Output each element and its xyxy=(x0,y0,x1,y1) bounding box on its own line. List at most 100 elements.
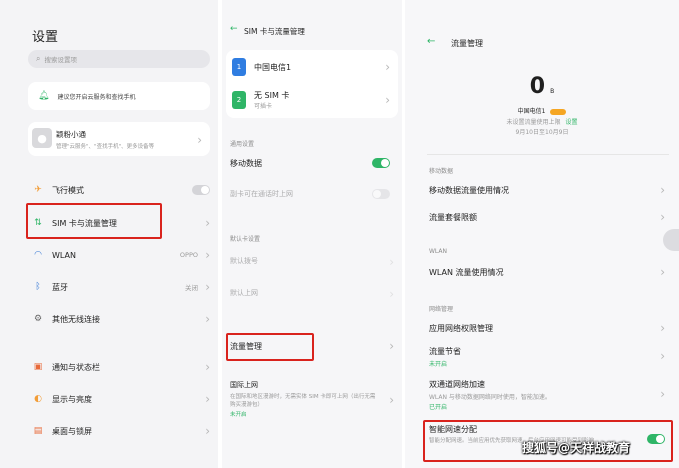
wireless-icon: ⚙ xyxy=(33,314,43,324)
chevron-right-icon: › xyxy=(660,210,665,224)
back-arrow-icon[interactable]: ← xyxy=(230,24,238,34)
settings-item-airplane[interactable]: ✈ 飞行模式 xyxy=(32,183,210,197)
saver-row[interactable]: 流量节省 未开启 › xyxy=(429,346,665,368)
item-value: 关闭 xyxy=(185,284,198,292)
wallpaper-icon: ▤ xyxy=(33,426,43,436)
divider xyxy=(427,154,669,155)
settings-item-desktop[interactable]: ▤ 桌面与锁屏 › xyxy=(32,424,210,438)
default-net-label: 默认上网 xyxy=(230,289,258,297)
chevron-right-icon: › xyxy=(205,424,210,438)
section-default: 默认卡设置 xyxy=(230,236,261,243)
airplane-toggle[interactable] xyxy=(192,185,210,195)
chevron-right-icon: › xyxy=(389,255,394,269)
mobile-data-row[interactable]: 移动数据 xyxy=(230,156,394,170)
dual-status: 已开启 xyxy=(429,404,448,411)
account-desc: 管理"云服务"、"查找手机"、更多设备等 xyxy=(56,144,155,150)
settings-item-display[interactable]: ◐ 显示与亮度 › xyxy=(32,392,210,406)
sim-card-icon: 2 xyxy=(232,91,246,109)
app-perm-row[interactable]: 应用网络权限管理 › xyxy=(429,321,665,335)
usage-unit: B xyxy=(550,88,555,95)
search-icon: ⌕ xyxy=(36,54,41,63)
dual-channel-row[interactable]: 双通道网络加速 WLAN 与移动数据网络同时使用，智能加速。 已开启 › xyxy=(429,380,665,411)
sim-card-list: 1 中国电信1 › 2 无 SIM 卡 可插卡 › xyxy=(226,50,398,118)
usage-value: 0 xyxy=(529,74,546,99)
intl-status: 未开启 xyxy=(230,412,247,418)
chevron-right-icon: › xyxy=(205,248,210,262)
chevron-right-icon: › xyxy=(660,321,665,335)
carrier-badge xyxy=(550,108,567,115)
settings-item-other-wireless[interactable]: ⚙ 其他无线连接 › xyxy=(32,312,210,326)
chevron-right-icon: › xyxy=(205,280,210,294)
item-label: 其他无线连接 xyxy=(52,314,100,324)
mobile-usage-row[interactable]: 移动数据流量使用情况 › xyxy=(429,183,665,197)
sim2-name: 无 SIM 卡 xyxy=(254,91,290,100)
item-label: 显示与亮度 xyxy=(52,394,92,404)
account-card[interactable]: ● 颖粉小通 管理"云服务"、"查找手机"、更多设备等 › xyxy=(28,122,210,156)
dual-desc: WLAN 与移动数据网络同时使用，智能加速。 xyxy=(429,394,551,401)
dual-label: 双通道网络加速 xyxy=(429,380,485,389)
app-perm-label: 应用网络权限管理 xyxy=(429,323,493,333)
default-call-label: 默认拨号 xyxy=(230,257,258,265)
default-net-row[interactable]: 默认上网 › xyxy=(230,284,394,302)
sim2-row[interactable]: 2 无 SIM 卡 可插卡 › xyxy=(226,90,398,110)
chevron-right-icon: › xyxy=(389,339,394,353)
chevron-right-icon: › xyxy=(389,393,394,407)
sim2-internet-toggle[interactable] xyxy=(372,189,390,199)
chevron-right-icon: › xyxy=(660,349,665,363)
highlight-box xyxy=(226,333,314,361)
intl-desc: 在国际和地区漫游时，无需实体 SIM 卡即可上网（出行无需购买漫游包） xyxy=(230,394,376,408)
settings-item-wlan[interactable]: ◠ WLAN OPPO › xyxy=(32,248,210,262)
limit-tip: 未设置流量使用上限 xyxy=(506,119,561,126)
saver-status: 未开启 xyxy=(429,361,448,368)
chevron-right-icon: › xyxy=(205,360,210,374)
default-call-row[interactable]: 默认拨号 › xyxy=(230,252,394,270)
search-box[interactable]: ⌕ 搜索设置项 xyxy=(28,50,210,68)
sim1-name: 中国电信1 xyxy=(254,62,292,72)
settings-item-notification[interactable]: ▣ 通知与状态栏 › xyxy=(32,360,210,374)
account-name: 颖粉小通 xyxy=(56,130,86,139)
back-arrow-icon[interactable]: ← xyxy=(427,36,435,47)
airplane-icon: ✈ xyxy=(34,185,42,195)
traffic-management-panel: ← 流量管理 0 B 中国电信1 未设置流量使用上限 设置 9月10日至10月9… xyxy=(405,0,679,468)
sim-traffic-panel: ← SIM 卡与流量管理 1 中国电信1 › 2 无 SIM 卡 可插卡 › 通… xyxy=(222,0,402,468)
item-label: 蓝牙 xyxy=(52,282,68,292)
settings-panel: 设置 ⌕ 搜索设置项 🔔︎ 建议您开启云服务和查找手机 ● 颖粉小通 管理"云服… xyxy=(0,0,218,468)
avatar: ● xyxy=(32,128,52,148)
section-general: 通用设置 xyxy=(230,141,255,148)
limit-link[interactable]: 设置 xyxy=(565,119,577,126)
chevron-right-icon: › xyxy=(205,392,210,406)
carrier-line: 中国电信1 xyxy=(405,106,679,115)
item-value: OPPO xyxy=(179,251,198,259)
item-label: 桌面与锁屏 xyxy=(52,426,92,436)
chevron-right-icon: › xyxy=(660,183,665,197)
chevron-right-icon: › xyxy=(205,312,210,326)
scroll-handle[interactable] xyxy=(663,229,679,251)
page-title: 设置 xyxy=(32,30,59,45)
bell-icon: 🔔︎ xyxy=(38,91,50,101)
chevron-right-icon: › xyxy=(205,216,210,230)
watermark: 搜狐号@天祥战教育 xyxy=(522,441,631,455)
package-limit-row[interactable]: 流量套餐限额 › xyxy=(429,210,665,224)
sim1-row[interactable]: 1 中国电信1 › xyxy=(226,58,398,76)
item-label: 飞行模式 xyxy=(52,185,84,195)
chevron-right-icon: › xyxy=(385,93,390,107)
mobile-data-toggle[interactable] xyxy=(372,158,390,168)
section-net: 网络管理 xyxy=(429,306,454,313)
wifi-icon: ◠ xyxy=(34,250,42,260)
highlight-box xyxy=(26,203,162,239)
wlan-usage-row[interactable]: WLAN 流量使用情况 › xyxy=(429,265,665,279)
intl-roaming-row[interactable]: 国际上网 在国际和地区漫游时，无需实体 SIM 卡即可上网（出行无需购买漫游包）… xyxy=(230,380,394,426)
sim2-internet-row[interactable]: 副卡可在通话时上网 xyxy=(230,185,394,203)
usage-display: 0 B xyxy=(405,74,679,99)
bluetooth-icon: ᛒ xyxy=(35,282,41,292)
settings-item-bluetooth[interactable]: ᛒ 蓝牙 关闭 › xyxy=(32,280,210,294)
brightness-icon: ◐ xyxy=(34,394,42,404)
limit-line: 未设置流量使用上限 设置 xyxy=(405,117,679,126)
wlan-usage-label: WLAN 流量使用情况 xyxy=(429,267,504,277)
page-title: 流量管理 xyxy=(451,39,483,48)
notification-icon: ▣ xyxy=(33,362,43,372)
intl-label: 国际上网 xyxy=(230,381,258,389)
cloud-tip-card[interactable]: 🔔︎ 建议您开启云服务和查找手机 xyxy=(28,82,210,110)
mobile-usage-label: 移动数据流量使用情况 xyxy=(429,185,509,195)
chevron-right-icon: › xyxy=(660,387,665,401)
